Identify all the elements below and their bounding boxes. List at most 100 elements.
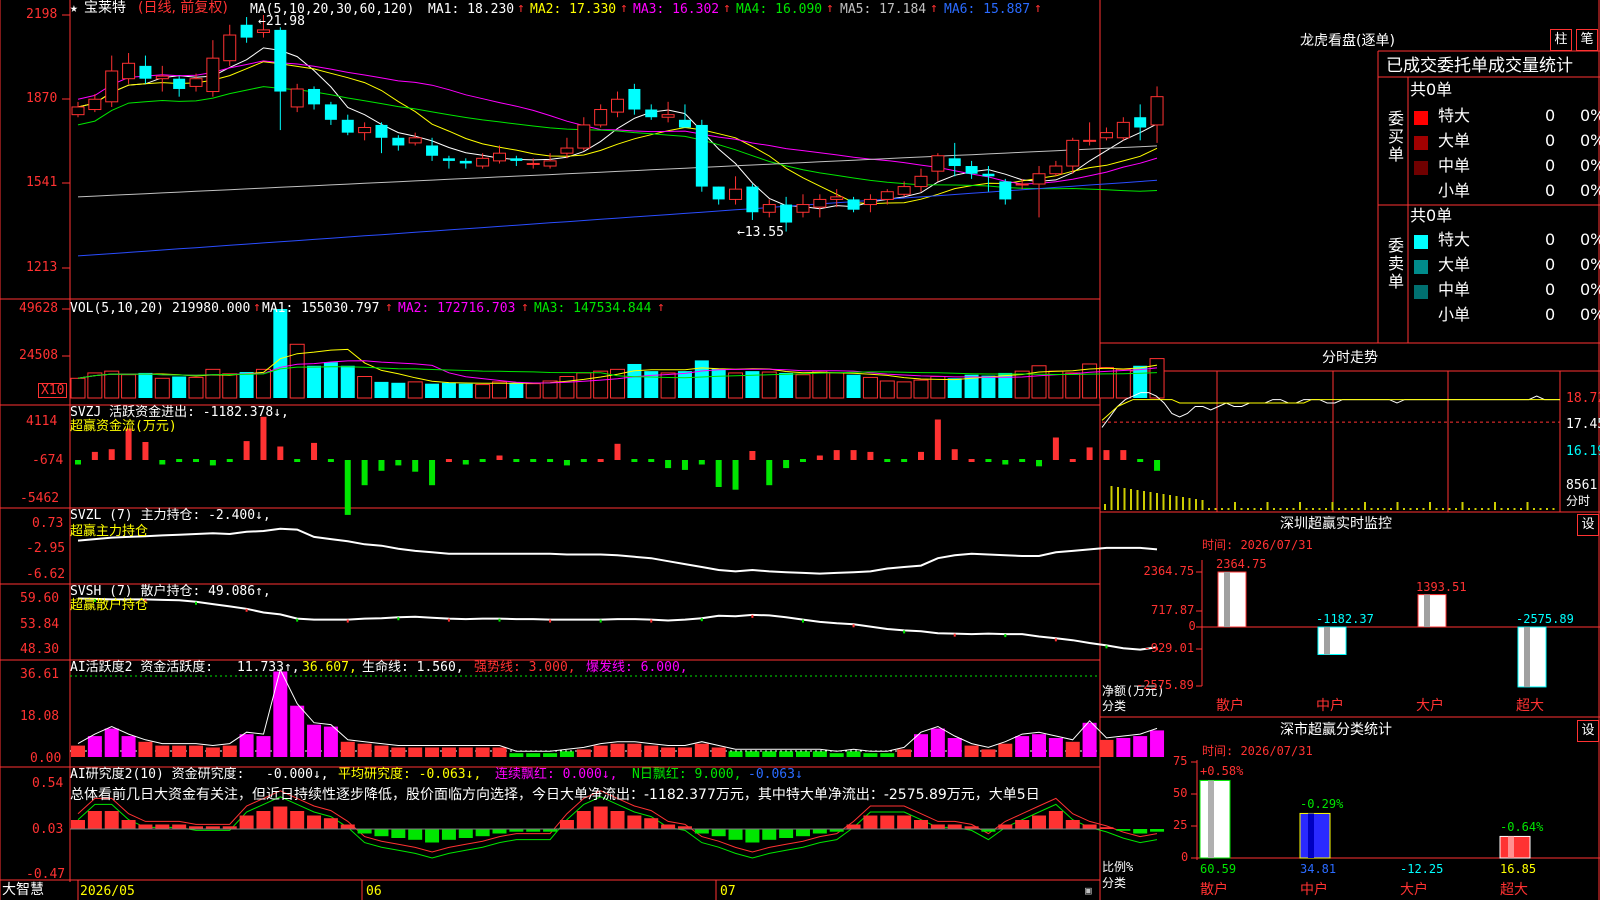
activity-bar [593,745,608,757]
sz-monitor-bar [1317,626,1347,655]
volume-bar [947,378,962,398]
activity-bar [964,745,979,757]
sz-stats-settings-button[interactable]: 设 [1577,720,1599,742]
lhb-tab-tick[interactable]: 笔 [1576,29,1598,51]
candle-body-up [1015,183,1029,186]
flow-bar [732,460,739,490]
lhb-sell-row-pct: 0% [1580,255,1600,274]
flow-bar [681,460,688,470]
research-bar [307,815,322,829]
research-bar [408,829,423,840]
sz-monitor-bar-shade [1524,627,1530,687]
volume-bar [407,381,423,399]
sz-monitor-bar-shade [1424,594,1430,627]
fenshi-vol-bar [1117,487,1119,510]
lhb-sell-row-name: 中单 [1438,280,1471,299]
sz-stats-axis-label: 50 [1173,786,1188,800]
fenshi-vol-bar [1234,502,1236,510]
flow-bar [159,460,166,465]
candle-body-down [678,119,691,128]
lhb-tab-bar[interactable]: 柱 [1550,29,1572,51]
sz-monitor-settings-button[interactable]: 设 [1577,514,1599,536]
volume-bar [188,376,204,399]
volume-bar [829,372,845,399]
sz-monitor-category: 中户 [1316,698,1344,714]
candle-body-up [611,98,625,113]
fenshi-vol-bar [1546,508,1548,510]
activity-bar [357,743,372,757]
candle-body-up [830,196,844,200]
flow-dash [648,459,655,462]
flow-dash [884,459,891,462]
chart-stage[interactable] [0,0,1600,900]
research-bar [71,820,85,829]
period-label[interactable]: (日线, 前复权) [138,0,228,16]
ma1-value: MA1: 18.230 [428,2,515,17]
lhb-buy-row-pct: 0% [1580,156,1600,175]
sz-monitor-axis-label: 717.87 [1151,603,1195,617]
candle-body-down [847,199,860,210]
candle-body-up [543,160,557,167]
research-bar [1099,827,1114,829]
candle-body-down [392,137,405,146]
research-bar [475,829,490,837]
research-bar [930,824,945,829]
fenshi-vol-bar [1383,508,1386,510]
research-bar [391,829,406,838]
sz-stats-bar-shade [1208,780,1214,858]
research-bar [1032,815,1047,829]
activity-bar [1133,736,1148,757]
activity-bar [914,734,928,757]
activity-bar [1150,730,1165,757]
candle-body-down [948,158,961,167]
candle-body-down [324,104,337,120]
svsh-tick [346,619,349,623]
candle-body-up [71,106,85,116]
candle-body-down [628,88,641,110]
flow-bar [361,460,368,486]
candle-body-down [173,78,186,89]
volume-bar [542,380,558,399]
lhb-sell-row-swatch [1414,285,1428,299]
research-bar [998,824,1013,829]
volume-bar [289,343,305,399]
research-bar [374,829,389,837]
lock-icon[interactable]: ▣ [1085,884,1092,897]
sz-stats-bar [1299,812,1331,859]
flow-bar [833,450,840,460]
activity-bar [492,747,507,757]
candle-body-up [1083,139,1097,142]
fenshi-vol-bar [1279,508,1282,510]
flow-dash [294,459,301,462]
research-bar [121,820,136,829]
fenshi-vol-bar [1338,508,1340,510]
flow-dash [968,459,975,462]
fenshi-vol-bar [1130,489,1132,510]
candle-body-up [914,175,928,188]
fenshi-vol-bar [1357,508,1360,510]
research-bar [627,815,642,829]
fenshi-vol-bar [1435,508,1438,510]
fenshi-vol-bar [1364,502,1366,510]
candle-body-up [813,198,827,208]
activity-bar [290,705,305,757]
vol-params: VOL(5,10,20) [70,301,164,316]
candle-body-down [240,24,253,38]
activity-bar [846,751,861,757]
activity-bar [711,747,726,757]
flow-bar [311,442,318,460]
volume-bar [779,372,794,398]
favorite-star-icon[interactable]: ★ [70,1,78,17]
volume-bar [694,360,709,398]
ai1-axis-label: 36.61 [20,667,60,682]
activity-bar [981,749,996,757]
flow-bar [209,460,216,466]
research-bar [290,811,305,829]
research-bar [239,815,254,829]
activity-bar [205,747,220,757]
activity-bar [256,736,271,757]
research-bar [661,824,676,829]
fenshi-title[interactable]: 分时走势 [1322,350,1378,366]
candle-body-down [965,166,978,174]
flow-bar [142,442,149,460]
